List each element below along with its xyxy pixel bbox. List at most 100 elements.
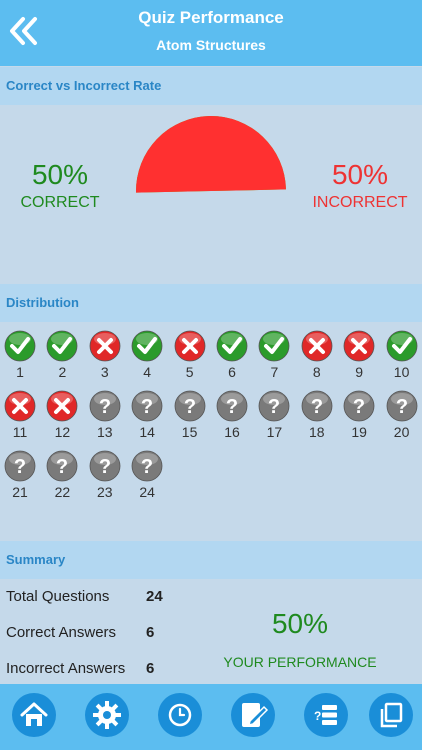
question-number: 5 <box>185 364 194 380</box>
summary-value-correct: 6 <box>146 624 155 641</box>
x-icon <box>46 390 78 422</box>
rate-section-heading: Correct vs Incorrect Rate <box>0 67 422 105</box>
incorrect-percent: 50% <box>331 159 389 190</box>
question-mark-icon: ? <box>386 390 417 422</box>
question-cell[interactable]: ? 19 <box>338 390 380 446</box>
history-button[interactable] <box>158 693 202 737</box>
question-cell[interactable]: 7 <box>253 330 295 386</box>
question-cell[interactable]: 1 <box>0 330 41 386</box>
summary-heading: Summary <box>0 541 422 579</box>
rate-pie-chart <box>136 116 286 193</box>
performance-label: YOUR PERFORMANCE <box>223 654 377 670</box>
question-number: 20 <box>393 424 410 440</box>
question-cell[interactable]: 5 <box>169 330 211 386</box>
check-icon <box>131 330 163 362</box>
question-cell[interactable]: ? 14 <box>126 390 168 446</box>
app-header: Quiz Performance Atom Structures <box>0 0 422 66</box>
x-icon <box>89 330 121 362</box>
svg-text:?: ? <box>141 396 153 418</box>
question-number: 24 <box>139 484 155 500</box>
question-mark-icon: ? <box>46 450 78 482</box>
question-cell[interactable]: ? 17 <box>253 390 295 446</box>
check-icon <box>216 330 248 362</box>
question-number: 19 <box>351 424 367 440</box>
question-cell[interactable]: 12 <box>41 390 83 446</box>
question-number: 2 <box>58 364 67 380</box>
question-number: 11 <box>12 424 28 440</box>
question-mark-icon: ? <box>89 390 121 422</box>
question-number: 18 <box>309 424 325 440</box>
copy-button[interactable] <box>369 693 413 737</box>
summary-value-total: 24 <box>146 588 163 605</box>
question-number: 13 <box>97 424 113 440</box>
svg-text:?: ? <box>56 456 68 478</box>
question-number: 10 <box>393 364 410 380</box>
summary-label-correct: Correct Answers <box>6 624 117 641</box>
notes-button[interactable] <box>231 693 275 737</box>
question-number: 3 <box>100 364 109 380</box>
question-number: 9 <box>355 364 364 380</box>
question-number: 16 <box>224 424 240 440</box>
question-mark-icon: ? <box>131 450 163 482</box>
check-icon <box>258 330 290 362</box>
question-list-button[interactable]: ? <box>304 693 348 737</box>
question-cell[interactable]: ? 18 <box>296 390 338 446</box>
question-number: 21 <box>12 484 28 500</box>
question-cell[interactable]: 11 <box>0 390 41 446</box>
question-cell[interactable]: 8 <box>296 330 338 386</box>
check-icon <box>386 330 417 362</box>
question-cell[interactable]: 6 <box>211 330 253 386</box>
svg-text:?: ? <box>314 709 321 723</box>
correct-summary: 50% CORRECT <box>0 160 120 212</box>
question-number: 12 <box>54 424 71 440</box>
question-number: 17 <box>266 424 283 440</box>
check-icon <box>46 330 78 362</box>
question-number: 4 <box>143 364 152 380</box>
x-icon <box>343 330 375 362</box>
summary-label-total: Total Questions <box>6 588 110 605</box>
question-cell[interactable]: ? 15 <box>169 390 211 446</box>
x-icon <box>301 330 333 362</box>
check-icon <box>4 330 36 362</box>
question-cell[interactable]: ? 23 <box>84 450 126 506</box>
question-number: 7 <box>270 364 279 380</box>
question-number: 15 <box>181 424 198 440</box>
clock-icon <box>168 703 192 727</box>
correct-percent: 50% <box>31 159 89 190</box>
settings-button[interactable] <box>85 693 129 737</box>
summary-value-incorrect: 6 <box>146 660 155 677</box>
question-mark-icon: ? <box>258 390 290 422</box>
question-cell[interactable]: ? 21 <box>0 450 41 506</box>
svg-text:?: ? <box>226 396 238 418</box>
correct-label: CORRECT <box>20 194 100 211</box>
question-cell[interactable]: ? 13 <box>84 390 126 446</box>
pie-slice-incorrect <box>136 116 286 193</box>
question-cell[interactable]: ? 16 <box>211 390 253 446</box>
question-number: 6 <box>228 364 236 380</box>
question-mark-icon: ? <box>301 390 333 422</box>
x-icon <box>174 330 205 362</box>
question-cell[interactable]: 9 <box>338 330 380 386</box>
question-cell[interactable]: ? 24 <box>126 450 168 506</box>
svg-text:?: ? <box>183 396 195 418</box>
svg-text:?: ? <box>395 396 407 418</box>
incorrect-label: INCORRECT <box>312 194 408 211</box>
question-cell[interactable]: ? 22 <box>41 450 83 506</box>
question-cell[interactable]: 10 <box>381 330 422 386</box>
incorrect-summary: 50% INCORRECT <box>300 160 420 212</box>
home-button[interactable] <box>12 693 56 737</box>
question-mark-icon: ? <box>4 450 36 482</box>
summary-label-incorrect: Incorrect Answers <box>6 660 126 677</box>
svg-text:?: ? <box>14 456 26 478</box>
svg-text:?: ? <box>268 396 280 418</box>
question-cell[interactable]: 3 <box>84 330 126 386</box>
gear-icon <box>93 701 121 729</box>
question-number: 22 <box>54 484 71 500</box>
question-cell[interactable]: 4 <box>126 330 168 386</box>
question-cell[interactable]: 2 <box>41 330 83 386</box>
performance-percent: 50% <box>271 608 329 639</box>
distribution-heading: Distribution <box>0 284 422 322</box>
copy-icon <box>380 702 403 728</box>
edit-note-icon <box>242 703 269 727</box>
question-cell[interactable]: ? 20 <box>381 390 422 446</box>
